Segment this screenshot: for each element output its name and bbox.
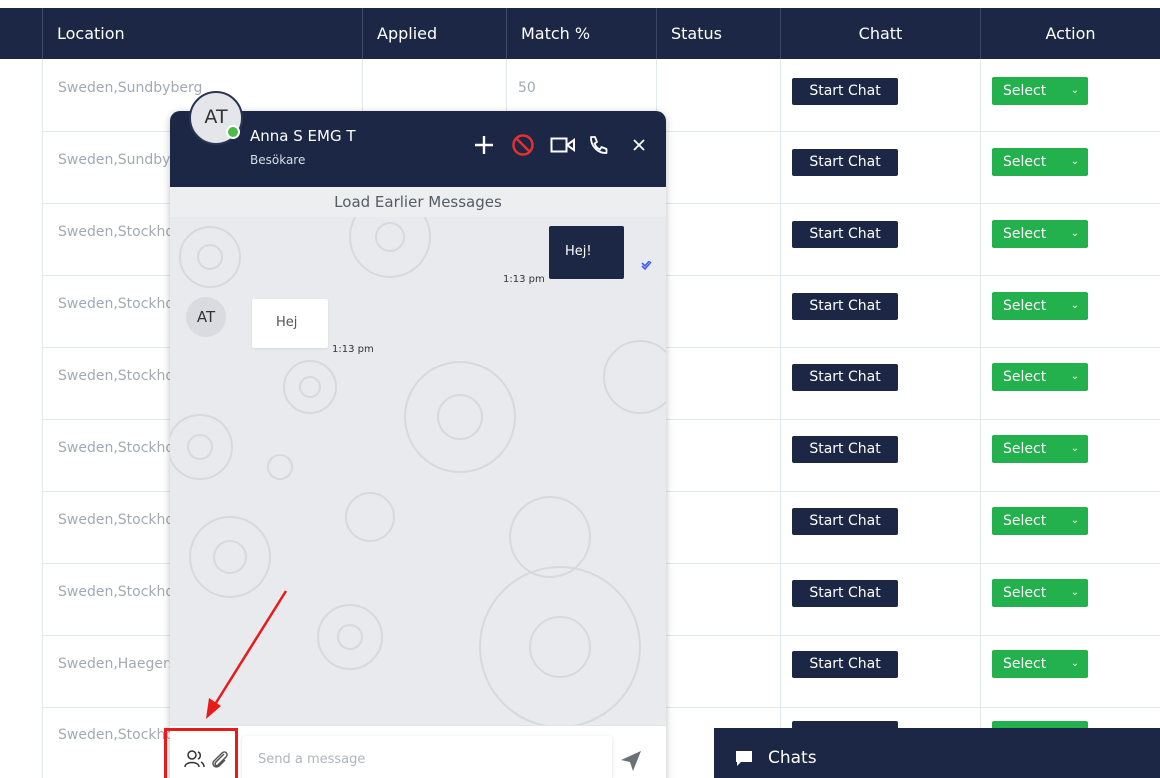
annotation-highlight-box xyxy=(164,728,238,778)
page: Location Applied Match % Status Chatt Ac… xyxy=(0,0,1160,778)
annotation-arrow xyxy=(206,590,288,719)
